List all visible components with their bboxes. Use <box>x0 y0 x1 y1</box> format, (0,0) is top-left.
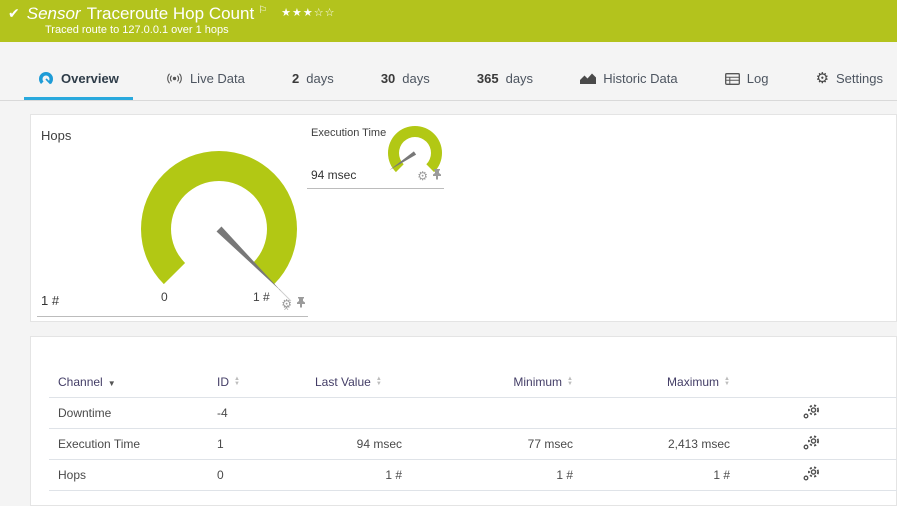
column-label: Minimum <box>513 375 563 389</box>
channel-minimum: 77 msec <box>402 428 573 460</box>
column-label: Channel <box>58 375 103 389</box>
execution-time-gauge-widget: Execution Time 94 msec ⚙ <box>307 123 444 189</box>
channel-settings-gear-icon[interactable] <box>803 404 820 422</box>
tab-365-days[interactable]: 365 days <box>463 60 547 100</box>
tab-settings[interactable]: ⚙ Settings <box>802 60 897 100</box>
status-ok-check-icon: ✔ <box>8 5 20 21</box>
log-list-icon <box>724 72 740 85</box>
stars-empty[interactable]: ☆☆ <box>314 7 336 19</box>
tab-number: 2 <box>292 71 300 86</box>
channel-last-value: 94 msec <box>315 428 402 460</box>
tab-label: days <box>402 71 430 86</box>
column-header-channel[interactable]: Channel ▼ <box>49 375 217 398</box>
tab-label: Historic Data <box>603 71 678 86</box>
channels-table-panel: Channel ▼ ID ▲ ▼ Last Value ▲ ▼ Minimum ▲ ▼ Max… <box>30 336 897 506</box>
column-header-maximum[interactable]: Maximum ▲ ▼ <box>573 375 730 398</box>
channel-settings-gear-icon[interactable] <box>803 466 820 484</box>
tab-label: Overview <box>61 71 119 86</box>
column-header-actions <box>730 375 897 398</box>
hops-scale-max: 1 # <box>253 290 270 304</box>
tab-historic-data[interactable]: Historic Data <box>566 60 691 100</box>
gear-icon: ⚙ <box>815 70 830 87</box>
tab-number: 365 <box>476 71 499 86</box>
channel-id: 0 <box>217 459 315 491</box>
channel-last-value <box>315 397 402 429</box>
tab-overview[interactable]: Overview <box>24 60 133 100</box>
stars-filled[interactable]: ★★★ <box>281 7 314 19</box>
hops-gauge-label: Hops <box>41 128 72 143</box>
sensor-subtitle: Traced route to 127.0.0.1 over 1 hops <box>45 24 229 36</box>
channel-maximum: 1 # <box>573 459 730 491</box>
pin-icon[interactable] <box>432 167 442 185</box>
sort-desc-icon: ▼ <box>107 379 116 388</box>
channel-id: -4 <box>217 397 315 429</box>
execution-time-current-value: 94 msec <box>311 168 357 182</box>
sensor-header: ✔ Sensor Traceroute Hop Count ⚐ ★★★☆☆ Tr… <box>0 0 897 42</box>
priority-stars[interactable]: ★★★☆☆ <box>281 6 335 19</box>
tab-label: days <box>505 71 534 86</box>
channel-settings-gear-icon[interactable] <box>803 435 820 453</box>
column-label: ID <box>217 375 229 389</box>
table-row-hops[interactable]: Hops 0 1 # 1 # 1 # <box>49 459 897 491</box>
execution-time-gauge-label: Execution Time <box>311 127 387 139</box>
tab-label: Log <box>746 71 769 86</box>
channel-name: Downtime <box>49 397 217 429</box>
tab-2-days[interactable]: 2 days <box>278 60 348 100</box>
gauge-icon <box>38 71 54 87</box>
tab-number: 30 <box>380 71 396 86</box>
sort-icon: ▲ ▼ <box>375 375 382 387</box>
table-header-row: Channel ▼ ID ▲ ▼ Last Value ▲ ▼ Minimum ▲ ▼ Max… <box>49 375 897 398</box>
column-header-minimum[interactable]: Minimum ▲ ▼ <box>402 375 573 398</box>
channel-maximum <box>573 397 730 429</box>
channel-minimum: 1 # <box>402 459 573 491</box>
flag-icon[interactable]: ⚐ <box>258 5 267 16</box>
hops-scale-min: 0 <box>161 290 168 304</box>
channel-minimum <box>402 397 573 429</box>
hops-current-value: 1 # <box>41 293 60 308</box>
pin-icon[interactable] <box>296 295 306 313</box>
channel-settings-gear-icon[interactable]: ⚙ <box>417 170 428 182</box>
channel-id: 1 <box>217 428 315 460</box>
tab-label: Settings <box>836 71 883 86</box>
table-row-downtime[interactable]: Downtime -4 <box>49 397 897 429</box>
overview-gauges-panel: Hops x 1 # 0 1 # ⚙ Execution Time 94 mse… <box>30 114 897 322</box>
column-header-id[interactable]: ID ▲ ▼ <box>217 375 315 398</box>
live-broadcast-icon <box>166 72 183 85</box>
tab-live-data[interactable]: Live Data <box>152 60 259 100</box>
sort-icon: ▲ ▼ <box>234 375 240 387</box>
channel-last-value: 1 # <box>315 459 402 491</box>
channels-table: Channel ▼ ID ▲ ▼ Last Value ▲ ▼ Minimum ▲ ▼ Max… <box>49 375 897 491</box>
hops-gauge-widget: Hops x 1 # 0 1 # ⚙ <box>37 121 308 317</box>
sort-icon: ▲ ▼ <box>567 375 573 387</box>
tab-label: days <box>306 71 334 86</box>
channel-maximum: 2,413 msec <box>573 428 730 460</box>
sensor-title: Traceroute Hop Count <box>86 4 255 23</box>
sensor-kind-label: Sensor <box>26 4 81 23</box>
column-label: Last Value <box>315 375 371 389</box>
column-header-last-value[interactable]: Last Value ▲ ▼ <box>315 375 402 398</box>
column-label: Maximum <box>667 375 720 389</box>
channel-name: Hops <box>49 459 217 491</box>
tab-30-days[interactable]: 30 days <box>367 60 444 100</box>
table-row-execution-time[interactable]: Execution Time 1 94 msec 77 msec 2,413 m… <box>49 428 897 460</box>
channel-name: Execution Time <box>49 428 217 460</box>
tab-label: Live Data <box>189 71 245 86</box>
area-chart-icon <box>580 72 597 85</box>
tab-bar: Overview Live Data 2 days 30 days 365 da… <box>0 60 897 101</box>
tab-log[interactable]: Log <box>711 60 783 100</box>
channel-settings-gear-icon[interactable]: ⚙ <box>281 298 292 310</box>
sort-icon: ▲ ▼ <box>724 375 730 387</box>
